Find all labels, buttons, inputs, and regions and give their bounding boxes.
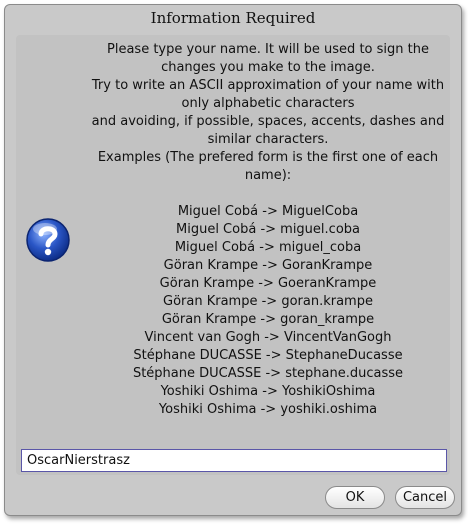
dialog-title: Information Required	[150, 9, 316, 27]
message-line: Try to write an ASCII approximation of y…	[91, 78, 445, 93]
example-line: Stéphane DUCASSE -> stephane.ducasse	[132, 366, 404, 381]
example-line: Yoshiki Oshima -> yoshiki.oshima	[158, 402, 378, 417]
information-required-dialog: Information Required Please type your na…	[4, 4, 462, 516]
cancel-button[interactable]: Cancel	[395, 486, 455, 509]
example-line: Stéphane DUCASSE -> StephaneDucasse	[133, 348, 403, 363]
example-line: Yoshiki Oshima -> YoshikiOshima	[160, 384, 376, 399]
example-line: Göran Krampe -> GoranKrampe	[163, 258, 373, 273]
dialog-message: Please type your name. It will be used t…	[86, 41, 450, 419]
message-line: Examples (The prefered form is the first…	[97, 150, 439, 165]
example-line: Vincent van Gogh -> VincentVanGogh	[144, 330, 392, 345]
example-line: Miguel Cobá -> miguel.coba	[176, 222, 360, 237]
message-line: changes you make to the image.	[161, 60, 375, 75]
message-line: name):	[244, 168, 292, 183]
question-icon	[25, 217, 71, 263]
message-line: Please type your name. It will be used t…	[107, 42, 429, 57]
dialog-content: Please type your name. It will be used t…	[16, 35, 450, 475]
name-input[interactable]	[21, 449, 447, 472]
example-line: Göran Krampe -> goran_krampe	[161, 312, 375, 327]
message-spacer	[86, 185, 450, 203]
message-line: only alphabetic characters	[181, 96, 355, 111]
message-line: and avoiding, if possible, spaces, accen…	[91, 114, 445, 129]
example-line: Göran Krampe -> goran.krampe	[163, 294, 373, 309]
example-line: Miguel Cobá -> MiguelCoba	[177, 204, 359, 219]
message-line: similar characters.	[207, 132, 329, 147]
example-line: Göran Krampe -> GoeranKrampe	[159, 276, 377, 291]
example-line: Miguel Cobá -> miguel_coba	[174, 240, 362, 255]
ok-button[interactable]: OK	[325, 486, 385, 509]
